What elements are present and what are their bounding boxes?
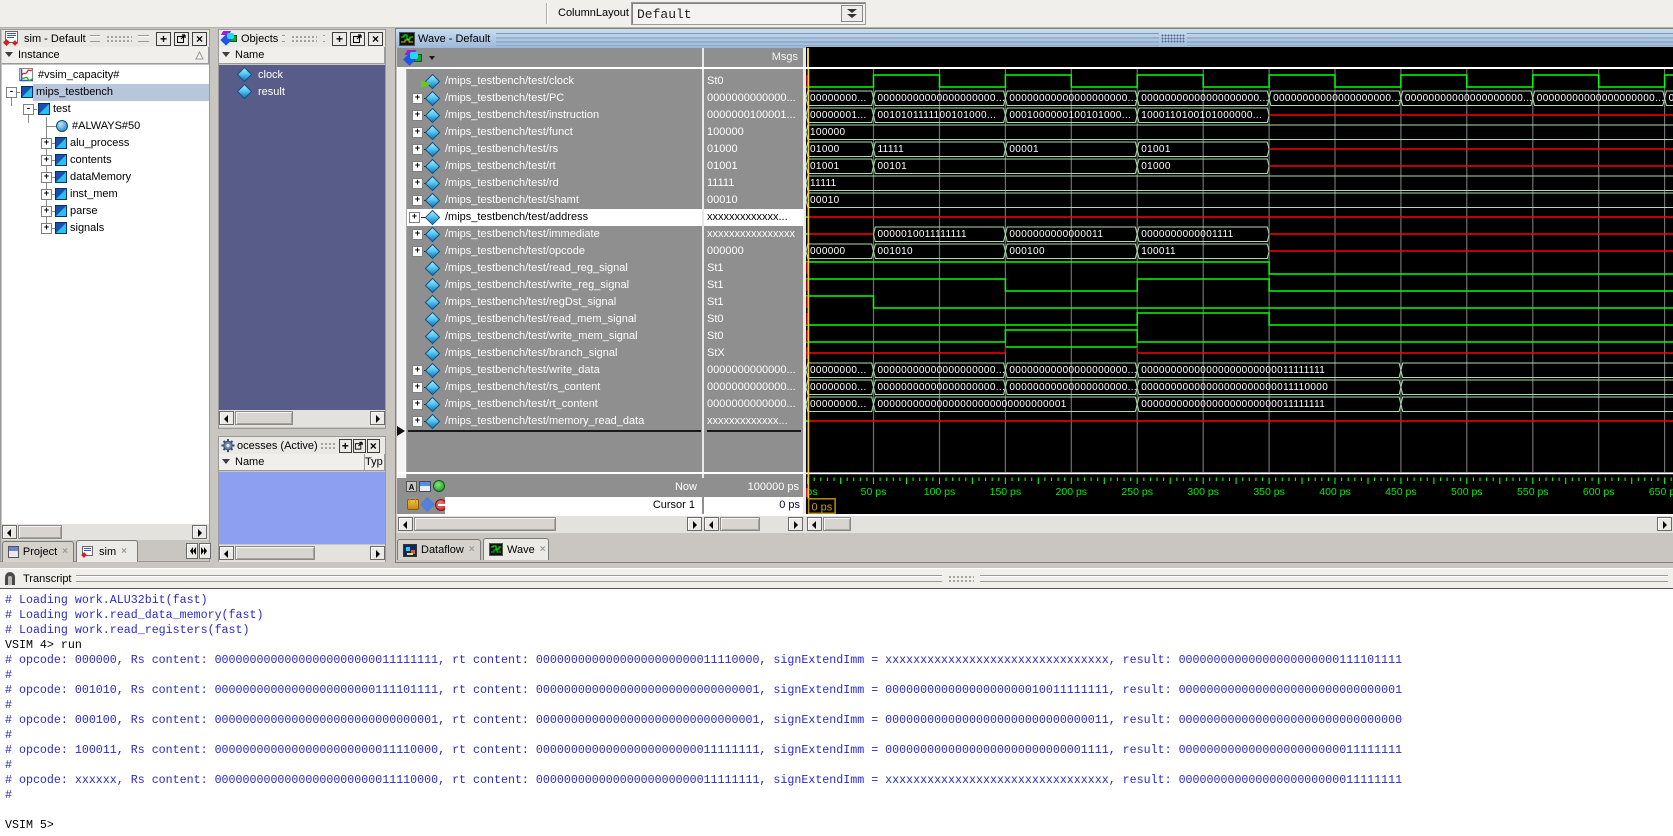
svg-text:11111: 11111 [878,144,905,155]
svg-text:01001: 01001 [810,161,840,172]
svg-text:00101: 00101 [878,161,908,172]
svg-text:400 ps: 400 ps [1319,486,1351,498]
svg-text:550 ps: 550 ps [1517,486,1549,498]
svg-text:600 ps: 600 ps [1583,486,1615,498]
svg-text:01001: 01001 [1141,144,1171,155]
svg-text:00000000...: 00000000... [810,382,867,393]
svg-text:450 ps: 450 ps [1385,486,1417,498]
svg-text:00: 00 [1669,93,1673,104]
svg-text:00000000000000000000...: 00000000000000000000... [1405,93,1533,104]
svg-text:0000000000000011: 0000000000000011 [1009,229,1103,240]
svg-text:00000000000000000000...: 00000000000000000000... [1273,93,1401,104]
svg-text:001010: 001010 [878,246,914,257]
svg-text:01000: 01000 [810,144,840,155]
svg-text:0001000000100101000...: 0001000000100101000... [1009,110,1131,121]
svg-text:1000110100101000000...: 1000110100101000000... [1141,110,1262,121]
svg-text:000000000000000000000000111111: 00000000000000000000000011111111 [1141,365,1325,376]
svg-text:650 ps: 650 ps [1649,486,1673,498]
svg-text:01000: 01000 [1141,161,1171,172]
svg-text:150 ps: 150 ps [990,486,1022,498]
svg-text:00001: 00001 [1009,144,1039,155]
svg-text:000000000000000000000000111111: 00000000000000000000000011111111 [1141,399,1325,410]
svg-text:00000000000000000000...: 00000000000000000000... [1141,93,1269,104]
svg-text:00000000...: 00000000... [810,365,867,376]
svg-text:250 ps: 250 ps [1121,486,1153,498]
svg-text:350 ps: 350 ps [1253,486,1285,498]
svg-text:0000000000001111: 0000000000001111 [1141,229,1233,240]
svg-text:00000000000000000000...: 00000000000000000000... [878,93,1006,104]
svg-text:100000: 100000 [810,127,846,138]
svg-text:00000000000000000000...: 00000000000000000000... [1009,365,1137,376]
svg-text:00000000000000000000...: 00000000000000000000... [1009,382,1137,393]
svg-text:11111: 11111 [810,178,837,189]
svg-text:500 ps: 500 ps [1451,486,1483,498]
svg-text:200 ps: 200 ps [1056,486,1088,498]
svg-text:00000000...: 00000000... [810,93,867,104]
svg-text:00010: 00010 [810,195,840,206]
svg-text:100011: 100011 [1141,246,1176,257]
svg-text:100 ps: 100 ps [924,486,956,498]
svg-text:00000000000000000000...: 00000000000000000000... [1537,93,1665,104]
svg-text:000000: 000000 [810,246,846,257]
svg-text:0010101111100101000...: 0010101111100101000... [878,110,997,121]
svg-text:0000010011111111: 0000010011111111 [878,229,967,240]
svg-text:300 ps: 300 ps [1187,486,1219,498]
svg-text:50 ps: 50 ps [861,486,887,498]
svg-text:00000000...: 00000000... [810,399,867,410]
svg-text:00000001...: 00000001... [810,110,867,121]
svg-text:00000000000000000000...: 00000000000000000000... [878,382,1006,393]
svg-text:000000000000000000000000000000: 00000000000000000000000000000001 [878,399,1067,410]
svg-text:0 ps: 0 ps [812,501,833,513]
svg-text:00000000000000000000...: 00000000000000000000... [878,365,1006,376]
svg-text:00000000000000000000...: 00000000000000000000... [1009,93,1137,104]
svg-text:000100: 000100 [1009,246,1045,257]
svg-text:000000000000000000000000111100: 00000000000000000000000011110000 [1141,382,1328,393]
